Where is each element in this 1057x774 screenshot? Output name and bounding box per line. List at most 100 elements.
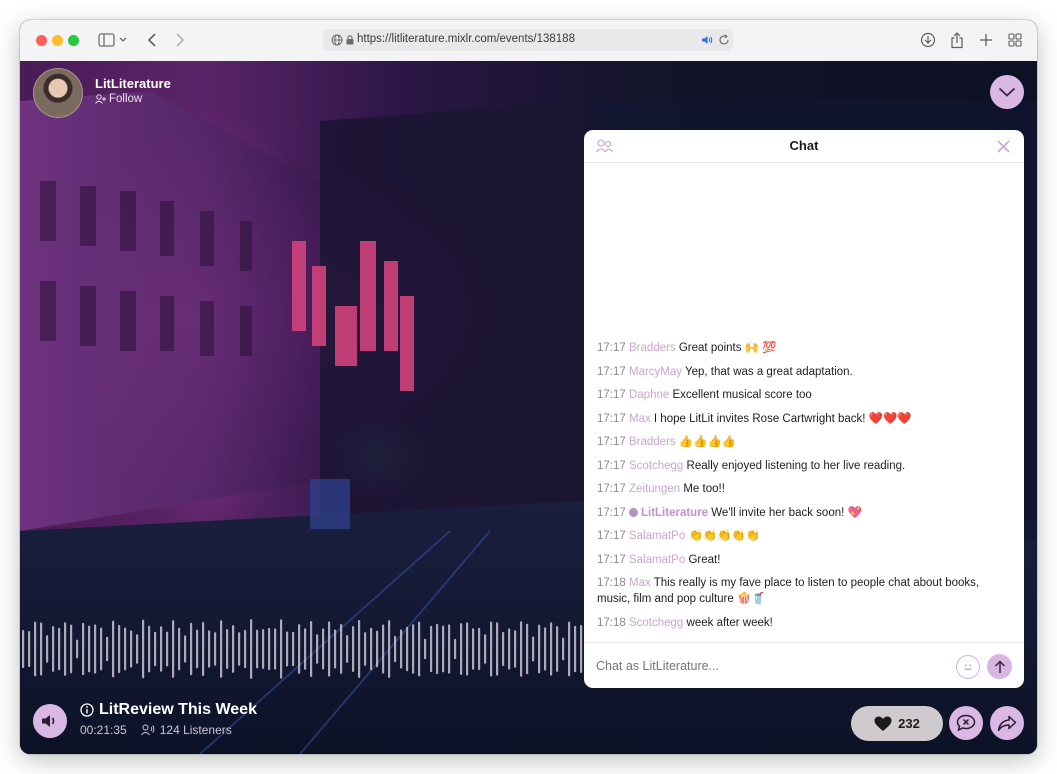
waveform-bar [364, 632, 367, 666]
speaker-icon[interactable] [701, 35, 713, 45]
globe-icon [331, 34, 343, 46]
waveform-bar [550, 622, 553, 676]
waveform-bar [250, 619, 253, 679]
waveform-bar [514, 630, 517, 668]
message-username[interactable]: Daphne [629, 389, 669, 401]
share-button[interactable] [990, 706, 1024, 740]
channel-name[interactable]: LitLiterature [95, 76, 171, 91]
emoji-button[interactable] [956, 655, 980, 679]
chat-panel: Chat 17:17 Bradders Great points 🙌 💯 17:1… [584, 130, 1024, 688]
collapse-button[interactable] [990, 75, 1024, 109]
channel-avatar[interactable] [33, 68, 83, 118]
chat-message: 17:17 Max I hope LitLit invites Rose Car… [597, 411, 1012, 427]
waveform-bar [274, 628, 277, 670]
follow-button[interactable]: Follow [95, 93, 142, 105]
download-icon [920, 32, 936, 48]
message-text: 👏👏👏👏👏 [688, 530, 761, 542]
message-username[interactable]: Max [629, 413, 651, 425]
waveform-bar [214, 632, 217, 666]
sidebar-toggle-button[interactable] [96, 30, 130, 50]
waveform-bar [292, 631, 295, 667]
waveform-bar [334, 629, 337, 669]
waveform-bar [352, 625, 355, 673]
info-icon[interactable] [80, 703, 94, 717]
smiley-icon [964, 664, 972, 671]
waveform-bar [220, 620, 223, 678]
address-bar[interactable]: https://litliterature.mixlr.com/events/1… [323, 29, 733, 51]
waveform-bar [112, 620, 115, 678]
message-text: Excellent musical score too [672, 389, 812, 401]
waveform-bar [322, 628, 325, 670]
waveform-bar [466, 622, 469, 676]
message-time: 17:18 [597, 577, 626, 589]
waveform-bar [244, 629, 247, 669]
chat-message: 17:17 LitLiterature We'll invite her bac… [597, 505, 1012, 521]
message-username[interactable]: Bradders [629, 342, 676, 354]
waveform-bar [328, 621, 331, 677]
volume-button[interactable] [33, 704, 67, 738]
back-button[interactable] [144, 30, 160, 50]
tab-overview-button[interactable] [1006, 30, 1024, 50]
waveform-bar [316, 634, 319, 664]
chat-message: 17:17 Bradders Great points 🙌 💯 [597, 340, 1012, 356]
waveform-bar [496, 622, 499, 676]
chat-off-icon [956, 714, 976, 732]
message-username[interactable]: Max [629, 577, 651, 589]
audio-waveform [22, 619, 583, 679]
event-stage: LitLiterature Follow Chat 17:17 Bradders… [20, 61, 1037, 754]
waveform-bar [394, 635, 397, 663]
message-time: 17:17 [597, 459, 626, 472]
waveform-bar [262, 629, 265, 669]
waveform-bar [340, 623, 343, 675]
chat-composer [584, 642, 1024, 688]
waveform-bar [184, 635, 187, 663]
chat-message: 17:17 SalamatPo 👏👏👏👏👏 [597, 528, 1012, 544]
close-chat-icon[interactable] [997, 140, 1010, 153]
chat-message: 17:17 MarcyMay Yep, that was a great ada… [597, 364, 1012, 380]
chat-message-list: 17:17 Bradders Great points 🙌 💯 17:17 Mar… [597, 340, 1012, 638]
waveform-bar [538, 624, 541, 674]
waveform-bar [172, 620, 175, 678]
chat-input[interactable] [596, 659, 926, 673]
waveform-bar [454, 638, 457, 660]
message-username[interactable]: Scotchegg [629, 617, 683, 629]
zoom-window-button[interactable] [68, 35, 79, 46]
new-tab-button[interactable] [977, 30, 995, 50]
like-button[interactable]: 232 [851, 706, 943, 741]
waveform-bar [52, 626, 55, 672]
grid-icon [1008, 33, 1022, 47]
share-page-button[interactable] [948, 30, 966, 50]
waveform-bar [286, 631, 289, 667]
send-button[interactable] [987, 654, 1012, 679]
waveform-bar [532, 636, 535, 662]
forward-button[interactable] [172, 30, 188, 50]
reload-icon[interactable] [718, 34, 730, 46]
chat-message: 17:18 Scotchegg week after week! [597, 615, 1012, 631]
waveform-bar [406, 626, 409, 672]
waveform-bar [28, 631, 31, 667]
chat-message: 17:17 Daphne Excellent musical score too [597, 387, 1012, 403]
share-arrow-icon [997, 715, 1017, 731]
message-username[interactable]: SalamatPo [629, 554, 685, 566]
message-username[interactable]: Bradders [629, 436, 676, 448]
close-window-button[interactable] [36, 35, 47, 46]
url-text: https://litliterature.mixlr.com/events/1… [357, 33, 575, 45]
downloads-button[interactable] [919, 30, 937, 50]
waveform-bar [190, 622, 193, 676]
elapsed-time: 00:21:35 [80, 723, 127, 737]
message-text: Me too!! [683, 483, 725, 495]
waveform-bar [118, 624, 121, 674]
message-username[interactable]: Scotchegg [629, 460, 683, 472]
waveform-bar [94, 624, 97, 674]
message-username[interactable]: SalamatPo [629, 530, 685, 542]
listeners-icon [140, 724, 155, 736]
minimize-window-button[interactable] [52, 35, 63, 46]
message-username[interactable]: LitLiterature [641, 507, 708, 519]
message-username[interactable]: Zeitungen [629, 483, 680, 495]
chat-message: 17:17 SalamatPo Great! [597, 552, 1012, 568]
message-username[interactable]: MarcyMay [629, 366, 682, 378]
waveform-bar [412, 624, 415, 674]
waveform-bar [460, 623, 463, 675]
chat-toggle-button[interactable] [949, 706, 983, 740]
heart-icon [874, 716, 892, 731]
